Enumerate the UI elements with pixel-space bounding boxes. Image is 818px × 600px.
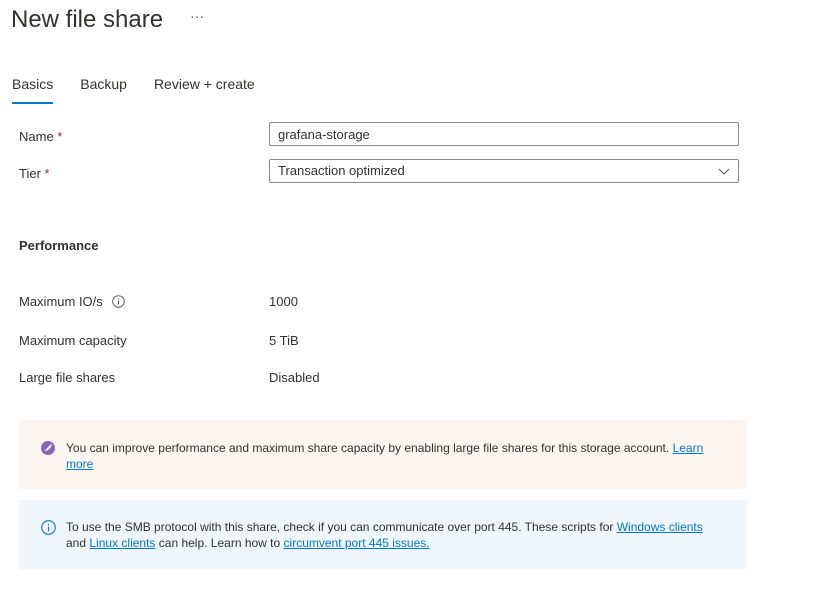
required-marker: * (57, 129, 63, 144)
linux-clients-link[interactable]: Linux clients (89, 536, 155, 550)
tier-dropdown[interactable]: Transaction optimized (269, 159, 739, 183)
more-options-button[interactable]: ··· (190, 8, 204, 24)
large-file-shares-label: Large file shares (19, 370, 116, 385)
chevron-down-icon (718, 168, 730, 175)
circumvent-port-445-link[interactable]: circumvent port 445 issues. (284, 536, 430, 550)
tab-basics[interactable]: Basics (12, 76, 54, 104)
page-title: New file share (11, 6, 164, 33)
large-file-shares-banner-text: You can improve performance and maximum … (66, 440, 706, 472)
tab-backup[interactable]: Backup (80, 76, 127, 104)
name-input[interactable] (269, 122, 739, 146)
tier-label-text: Tier (19, 166, 41, 181)
windows-clients-link[interactable]: Windows clients (617, 520, 703, 534)
required-marker: * (44, 166, 50, 181)
rocket-icon (41, 441, 55, 455)
large-file-shares-value: Disabled (269, 370, 320, 385)
info-icon[interactable] (112, 295, 126, 308)
info-text-3: can help. Learn how to (158, 536, 281, 550)
large-file-shares-banner: You can improve performance and maximum … (19, 420, 747, 489)
performance-heading: Performance (19, 238, 99, 253)
max-capacity-label: Maximum capacity (19, 333, 127, 348)
smb-info-banner: To use the SMB protocol with this share,… (19, 500, 747, 569)
name-label-text: Name (19, 129, 54, 144)
tier-dropdown-value: Transaction optimized (278, 163, 405, 178)
smb-info-banner-text: To use the SMB protocol with this share,… (66, 519, 706, 551)
max-iops-label-text: Maximum IO/s (19, 294, 103, 309)
info-text-2: and (66, 536, 87, 550)
tier-label: Tier * (19, 166, 50, 181)
name-label: Name * (19, 129, 62, 144)
info-text-1: To use the SMB protocol with this share,… (66, 520, 614, 534)
max-iops-value: 1000 (269, 294, 298, 309)
tab-review-create[interactable]: Review + create (154, 76, 255, 104)
warn-banner-message: You can improve performance and maximum … (66, 441, 670, 455)
tab-bar: Basics Backup Review + create (12, 76, 282, 104)
info-icon (41, 520, 56, 535)
max-capacity-value: 5 TiB (269, 333, 299, 348)
max-iops-label: Maximum IO/s (19, 294, 126, 309)
